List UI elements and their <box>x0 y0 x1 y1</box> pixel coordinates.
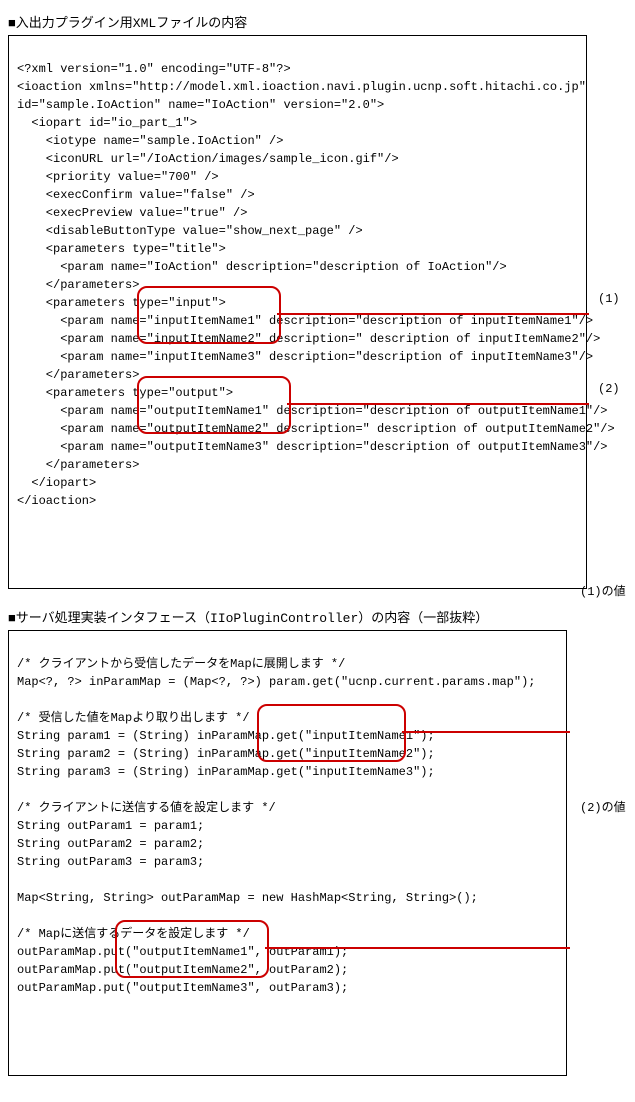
annotation-1v: (1)の値 <box>580 582 626 599</box>
section2-title: ■サーバ処理実装インタフェース（IIoPluginController）の内容（… <box>8 607 627 626</box>
section1-title: ■入出力プラグイン用XMLファイルの内容 <box>8 12 627 31</box>
annotation-2v: (2)の値 <box>580 798 626 815</box>
annotation-2: (2) <box>598 382 620 396</box>
java-code: /* クライアントから受信したデータをMapに展開します */ Map<?, ?… <box>17 657 535 995</box>
xml-code: <?xml version="1.0" encoding="UTF-8"?> <… <box>17 62 615 508</box>
xml-code-box: <?xml version="1.0" encoding="UTF-8"?> <… <box>8 35 587 589</box>
annotation-1: (1) <box>598 292 620 306</box>
java-code-box: /* クライアントから受信したデータをMapに展開します */ Map<?, ?… <box>8 630 567 1076</box>
